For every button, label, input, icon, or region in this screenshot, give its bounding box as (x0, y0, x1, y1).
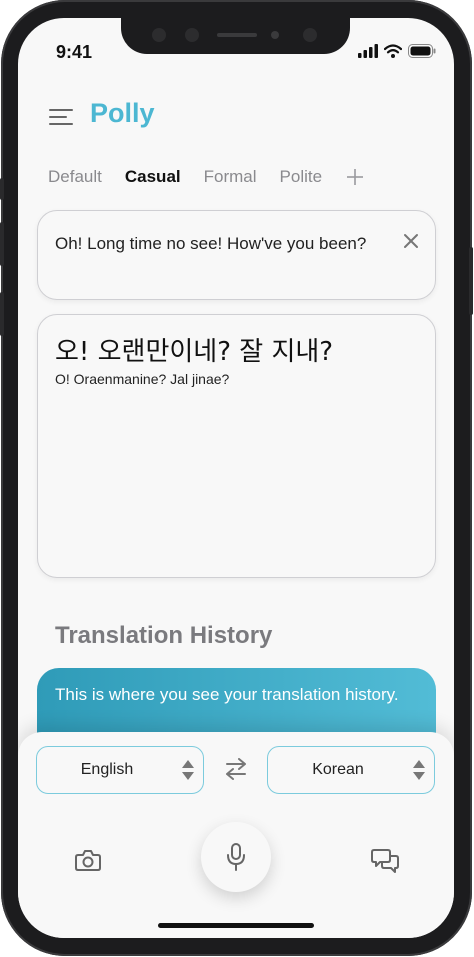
source-language-select[interactable]: English (36, 746, 204, 794)
notch-camera (271, 31, 279, 39)
camera-icon[interactable] (75, 848, 101, 872)
add-tab-icon[interactable] (345, 167, 365, 187)
app-title: Polly (90, 98, 155, 128)
source-text-card[interactable]: Oh! Long time no see! How've you been? (37, 210, 436, 300)
romanization-text: O! Oraenmanine? Jal jinae? (55, 371, 230, 387)
notch-sensor (303, 28, 317, 42)
notch-sensor (152, 28, 166, 42)
tab-polite[interactable]: Polite (280, 167, 323, 187)
target-language-select[interactable]: Korean (267, 746, 435, 794)
translation-card: 오! 오랜만이네? 잘 지내? O! Oraenmanine? Jal jina… (37, 314, 436, 578)
updown-arrows-icon (413, 760, 425, 780)
status-icons (358, 44, 436, 58)
status-time: 9:41 (56, 42, 93, 62)
chat-icon[interactable] (371, 848, 399, 874)
side-button-volume-down (0, 292, 4, 336)
tab-formal[interactable]: Formal (204, 167, 257, 187)
target-language-label: Korean (312, 761, 364, 778)
swap-icon[interactable] (224, 758, 248, 780)
source-text[interactable]: Oh! Long time no see! How've you been? (55, 231, 385, 257)
home-indicator (158, 923, 314, 928)
signal-icon (358, 44, 378, 58)
microphone-button[interactable] (201, 822, 271, 892)
side-button-power (469, 247, 473, 315)
updown-arrows-icon (182, 760, 194, 780)
history-placeholder: This is where you see your translation h… (55, 685, 399, 704)
menu-icon[interactable] (49, 108, 73, 126)
phone-screen: 9:41 Polly Default Casual Formal Polite … (18, 18, 454, 938)
tab-casual[interactable]: Casual (125, 167, 181, 187)
notch-sensor (185, 28, 199, 42)
wifi-icon (384, 44, 402, 58)
translation-text: 오! 오랜만이네? 잘 지내? (55, 337, 334, 367)
side-button-volume-up (0, 222, 4, 266)
microphone-icon (227, 843, 245, 871)
bottom-panel: English Korean (18, 732, 454, 938)
source-language-label: English (80, 761, 134, 778)
close-icon[interactable] (401, 231, 421, 251)
side-button-mute (0, 178, 4, 200)
notch (121, 18, 350, 54)
notch-speaker (217, 33, 257, 37)
tone-tabs: Default Casual Formal Polite (48, 167, 365, 187)
tab-default[interactable]: Default (48, 167, 102, 187)
battery-icon (408, 44, 436, 58)
history-title: Translation History (55, 622, 273, 649)
